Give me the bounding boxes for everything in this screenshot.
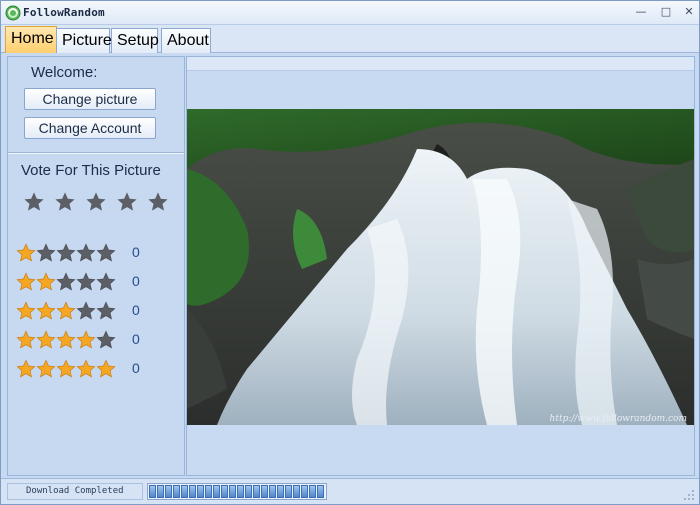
progress-segment xyxy=(181,485,188,498)
star-empty-icon xyxy=(96,272,116,291)
change-account-button[interactable]: Change Account xyxy=(24,117,156,139)
star-filled-icon xyxy=(36,272,56,291)
status-bar: Download Completed xyxy=(1,478,699,504)
star-empty-icon xyxy=(76,272,96,291)
star-empty-icon xyxy=(36,243,56,262)
section-divider xyxy=(8,152,184,154)
star-filled-icon xyxy=(56,301,76,320)
progress-segment xyxy=(173,485,180,498)
progress-segment xyxy=(165,485,172,498)
star-filled-icon xyxy=(16,272,36,291)
close-button[interactable]: ✕ xyxy=(681,5,697,19)
progress-segment xyxy=(213,485,220,498)
progress-segment xyxy=(221,485,228,498)
progress-segment xyxy=(149,485,156,498)
rating-count: 0 xyxy=(132,273,140,289)
status-message: Download Completed xyxy=(7,483,143,500)
star-empty-icon xyxy=(76,243,96,262)
vote-star-rating xyxy=(23,191,173,213)
minimize-button[interactable]: — xyxy=(633,5,649,19)
home-side-panel: Welcome: Change picture Change Account V… xyxy=(7,56,185,476)
tab-picture[interactable]: Picture xyxy=(56,28,112,53)
star-empty-icon xyxy=(56,272,76,291)
app-logo-icon xyxy=(5,5,21,21)
resize-grip-icon[interactable] xyxy=(683,489,695,501)
rating-count: 0 xyxy=(132,302,140,318)
vote-star-2-icon[interactable] xyxy=(54,191,76,213)
star-filled-icon xyxy=(16,330,36,349)
progress-segment xyxy=(197,485,204,498)
star-filled-icon xyxy=(76,359,96,378)
progress-segment xyxy=(301,485,308,498)
vote-title: Vote For This Picture xyxy=(21,162,161,179)
progress-segment xyxy=(293,485,300,498)
star-filled-icon xyxy=(36,330,56,349)
tab-setup[interactable]: Setup xyxy=(111,28,159,53)
progress-segment xyxy=(237,485,244,498)
tab-about[interactable]: About xyxy=(161,28,211,53)
vote-star-4-icon[interactable] xyxy=(116,191,138,213)
tab-home[interactable]: Home xyxy=(5,26,57,53)
star-filled-icon xyxy=(16,359,36,378)
vote-star-3-icon[interactable] xyxy=(85,191,107,213)
star-filled-icon xyxy=(16,243,36,262)
progress-fill xyxy=(149,485,325,498)
progress-segment xyxy=(277,485,284,498)
star-empty-icon xyxy=(76,301,96,320)
vote-star-5-icon[interactable] xyxy=(147,191,169,213)
picture-panel: http://www.followrandom.com xyxy=(186,56,695,476)
progress-segment xyxy=(157,485,164,498)
progress-segment xyxy=(285,485,292,498)
rating-count: 0 xyxy=(132,244,140,260)
tab-strip: Home Picture Setup About xyxy=(1,25,699,53)
window-title: FollowRandom xyxy=(23,6,105,19)
maximize-button[interactable]: □ xyxy=(658,5,674,19)
progress-segment xyxy=(229,485,236,498)
star-empty-icon xyxy=(96,243,116,262)
waterfall-photo: http://www.followrandom.com xyxy=(187,109,694,425)
star-filled-icon xyxy=(36,301,56,320)
progress-segment xyxy=(261,485,268,498)
progress-segment xyxy=(245,485,252,498)
star-filled-icon xyxy=(56,359,76,378)
progress-segment xyxy=(269,485,276,498)
star-empty-icon xyxy=(96,330,116,349)
star-filled-icon xyxy=(56,330,76,349)
star-filled-icon xyxy=(36,359,56,378)
picture-panel-header xyxy=(187,57,694,71)
rating-count: 0 xyxy=(132,331,140,347)
progress-segment xyxy=(189,485,196,498)
progress-segment xyxy=(317,485,324,498)
star-empty-icon xyxy=(96,301,116,320)
change-picture-button[interactable]: Change picture xyxy=(24,88,156,110)
download-progress-bar xyxy=(147,483,327,500)
app-window: FollowRandom — □ ✕ Home Picture Setup Ab… xyxy=(0,0,700,505)
vote-star-1-icon[interactable] xyxy=(23,191,45,213)
star-filled-icon xyxy=(16,301,36,320)
star-filled-icon xyxy=(96,359,116,378)
progress-segment xyxy=(309,485,316,498)
star-empty-icon xyxy=(56,243,76,262)
photo-watermark: http://www.followrandom.com xyxy=(550,414,687,424)
welcome-label: Welcome: xyxy=(31,64,98,81)
waterfall-image: http://www.followrandom.com xyxy=(187,109,694,425)
progress-segment xyxy=(253,485,260,498)
title-bar[interactable]: FollowRandom — □ ✕ xyxy=(1,1,699,25)
star-filled-icon xyxy=(76,330,96,349)
rating-count: 0 xyxy=(132,360,140,376)
progress-segment xyxy=(205,485,212,498)
